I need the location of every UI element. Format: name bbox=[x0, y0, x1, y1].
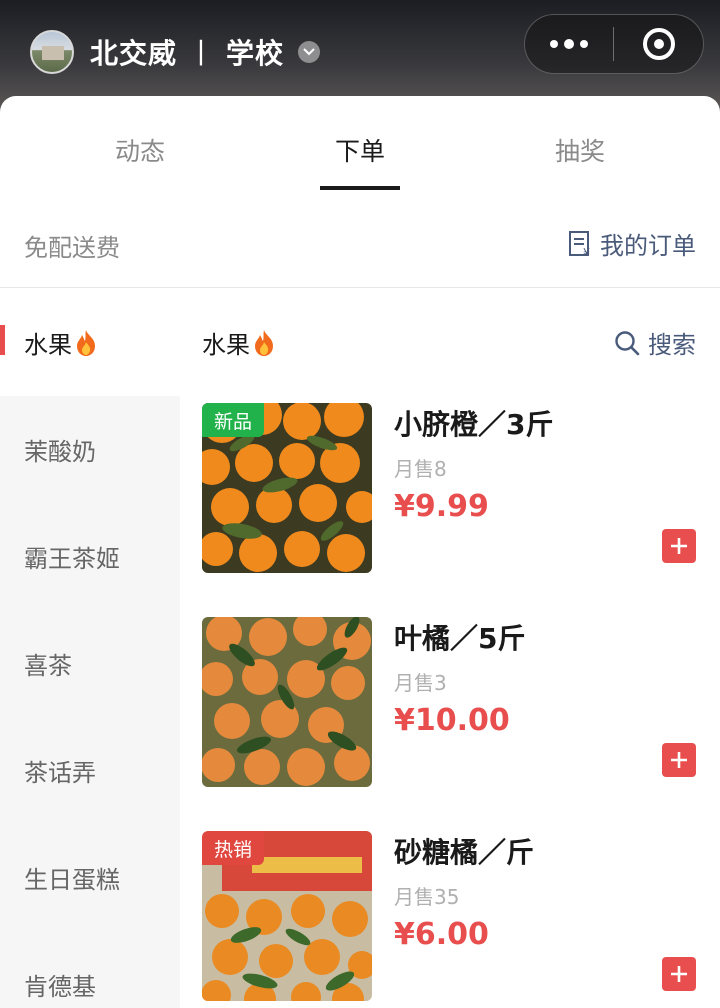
product-image[interactable]: 新品 bbox=[202, 403, 372, 573]
sidebar-item-label: 水果 bbox=[24, 331, 72, 359]
plus-icon bbox=[671, 752, 687, 768]
search-button[interactable]: 搜索 bbox=[614, 325, 696, 360]
product-card[interactable]: 热销 砂糖橘／斤 月售35 ¥6.00 bbox=[202, 831, 702, 1001]
my-orders-link[interactable]: ¥ 我的订单 bbox=[568, 226, 696, 261]
sidebar-item-birthday-cake[interactable]: 生日蛋糕 bbox=[0, 824, 180, 931]
active-tab-indicator bbox=[320, 186, 400, 190]
product-card[interactable]: 叶橘／5斤 月售3 ¥10.00 bbox=[202, 617, 702, 787]
chevron-down-icon[interactable] bbox=[298, 41, 321, 63]
category-sidebar: 水果 茉酸奶 霸王茶姬 喜茶 茶话弄 生日蛋糕 肯德基 bbox=[0, 289, 180, 1008]
plus-icon bbox=[671, 966, 687, 982]
product-price: ¥10.00 bbox=[394, 703, 510, 738]
product-image[interactable] bbox=[202, 617, 372, 787]
order-list-icon: ¥ bbox=[569, 230, 590, 258]
product-name: 叶橘／5斤 bbox=[394, 622, 526, 655]
hot-sale-badge: 热销 bbox=[202, 831, 265, 865]
sidebar-item-bawang-tea[interactable]: 霸王茶姬 bbox=[0, 503, 180, 610]
store-name: 北交威 bbox=[90, 37, 178, 70]
section-title: 水果 bbox=[202, 325, 276, 360]
more-options-icon[interactable] bbox=[525, 15, 613, 73]
main-sheet: 动态 下单 抽奖 免配送费 ¥ 我的订单 水果 茉酸奶 霸王茶姬 喜茶 茶话弄 bbox=[0, 96, 720, 1008]
tab-order[interactable]: 下单 bbox=[290, 132, 430, 168]
tab-bar: 动态 下单 抽奖 bbox=[0, 96, 720, 194]
search-label: 搜索 bbox=[648, 331, 696, 359]
monthly-sales: 月售3 bbox=[394, 671, 447, 695]
free-delivery-notice: 免配送费 bbox=[24, 234, 120, 262]
monthly-sales: 月售35 bbox=[394, 885, 460, 909]
add-to-cart-button[interactable] bbox=[662, 743, 696, 777]
fire-icon bbox=[255, 329, 273, 356]
sidebar-item-yogurt[interactable]: 茉酸奶 bbox=[0, 396, 180, 503]
new-product-badge: 新品 bbox=[202, 403, 265, 437]
order-info-bar: 免配送费 ¥ 我的订单 bbox=[0, 194, 720, 288]
product-image[interactable]: 热销 bbox=[202, 831, 372, 1001]
sidebar-item-fruit[interactable]: 水果 bbox=[0, 289, 180, 396]
tab-lottery[interactable]: 抽奖 bbox=[510, 132, 650, 168]
add-to-cart-button[interactable] bbox=[662, 529, 696, 563]
plus-icon bbox=[671, 538, 687, 554]
close-miniprogram-icon[interactable] bbox=[614, 15, 703, 73]
top-bar: 北交威 丨 学校 bbox=[0, 0, 720, 110]
section-title-label: 水果 bbox=[202, 331, 250, 359]
svg-text:¥: ¥ bbox=[583, 246, 590, 258]
store-avatar[interactable] bbox=[30, 30, 74, 74]
sidebar-item-kfc[interactable]: 肯德基 bbox=[0, 931, 180, 1008]
my-orders-label: 我的订单 bbox=[600, 232, 696, 260]
tab-feed[interactable]: 动态 bbox=[70, 132, 210, 168]
product-list: 水果 搜索 新品 小脐橙／3斤 月售8 ¥9.99 叶橘／5斤 月售3 ¥10.… bbox=[180, 289, 720, 1008]
store-type: 学校 bbox=[226, 37, 285, 70]
sidebar-item-heytea[interactable]: 喜茶 bbox=[0, 610, 180, 717]
product-name: 小脐橙／3斤 bbox=[394, 408, 554, 441]
search-icon bbox=[615, 330, 640, 355]
store-title[interactable]: 北交威 丨 学校 bbox=[90, 32, 321, 72]
product-card[interactable]: 新品 小脐橙／3斤 月售8 ¥9.99 bbox=[202, 403, 702, 573]
title-separator: 丨 bbox=[187, 37, 217, 70]
miniprogram-capsule bbox=[524, 14, 704, 74]
fire-icon bbox=[77, 329, 95, 356]
product-price: ¥9.99 bbox=[394, 489, 489, 524]
sidebar-item-chahuanong[interactable]: 茶话弄 bbox=[0, 717, 180, 824]
product-name: 砂糖橘／斤 bbox=[394, 836, 535, 869]
monthly-sales: 月售8 bbox=[394, 457, 447, 481]
add-to-cart-button[interactable] bbox=[662, 957, 696, 991]
product-price: ¥6.00 bbox=[394, 917, 489, 952]
